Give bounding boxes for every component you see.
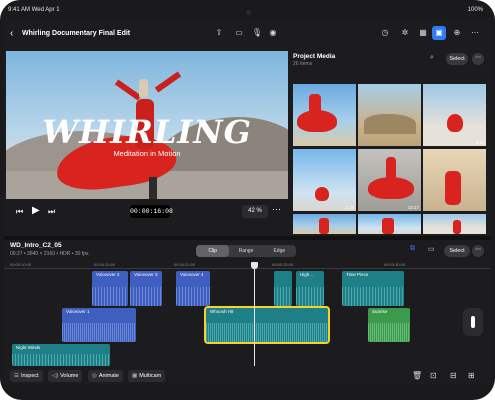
inspector-icon[interactable]: ▦ bbox=[416, 26, 430, 40]
clip-voiceover-3[interactable]: Voiceover 3 bbox=[130, 271, 162, 306]
status-time: 9:41 AM Wed Apr 1 bbox=[8, 7, 60, 13]
multicam-icon: ▦ bbox=[132, 373, 138, 379]
speaker-icon: ◁) bbox=[52, 373, 59, 379]
viewer-frame: WHIRLING Meditation in Motion bbox=[6, 51, 288, 199]
video-viewer[interactable]: WHIRLING Meditation in Motion ⏮ ▶ ⏭ 00:0… bbox=[6, 51, 288, 234]
voiceover-icon[interactable]: ◉ bbox=[266, 26, 280, 40]
back-chevron-icon[interactable]: ‹ bbox=[10, 28, 13, 39]
media-thumbnail[interactable]: 3:15 bbox=[293, 149, 356, 211]
animate-icon: ◎ bbox=[92, 373, 97, 379]
volume-button[interactable]: ◁) Volume bbox=[48, 370, 83, 382]
project-media-panel: Project Media 26 Items ⌕ Select ⋯ 5:11 3… bbox=[290, 51, 491, 234]
clip-high[interactable]: High... bbox=[296, 271, 324, 306]
inspect-icon: ☰ bbox=[14, 373, 19, 379]
zoom-level[interactable]: 42 % bbox=[242, 205, 268, 218]
overlay-title: WHIRLING bbox=[42, 113, 252, 151]
detach-audio-icon[interactable]: ⊡ bbox=[430, 371, 437, 380]
camera-icon[interactable]: ▭ bbox=[232, 26, 246, 40]
search-icon[interactable]: ⌕ bbox=[430, 54, 434, 62]
link-icon[interactable]: ⧉ bbox=[410, 245, 415, 253]
timeline-select-button[interactable]: Select bbox=[444, 245, 470, 257]
inspect-button[interactable]: ☰ Inspect bbox=[10, 370, 43, 382]
playhead[interactable] bbox=[251, 262, 258, 366]
mode-range[interactable]: Range bbox=[229, 245, 262, 257]
media-thumbnail[interactable] bbox=[358, 214, 421, 234]
media-thumbnail[interactable]: 5:11 bbox=[423, 84, 486, 146]
animate-button[interactable]: ◎ Animate bbox=[88, 370, 123, 382]
play-icon[interactable]: ▶ bbox=[32, 205, 40, 216]
media-thumbnail[interactable] bbox=[423, 214, 486, 234]
clip-voiceover-2[interactable]: Voiceover 2 bbox=[92, 271, 128, 306]
more-options-icon[interactable]: ⋯ bbox=[468, 26, 482, 40]
fit-icon[interactable]: ▭ bbox=[428, 245, 435, 253]
share-icon[interactable]: ⇧ bbox=[212, 26, 226, 40]
mode-edge[interactable]: Edge bbox=[263, 245, 296, 257]
media-thumbnail[interactable] bbox=[358, 84, 421, 146]
split-clip-icon[interactable]: ⊟ bbox=[450, 371, 457, 380]
volume-handle[interactable] bbox=[463, 308, 483, 336]
history-icon[interactable]: ◷ bbox=[378, 26, 392, 40]
timeline-tracks: Voiceover 2 Voiceover 3 Voiceover 4 High… bbox=[4, 269, 491, 366]
microphone-icon[interactable]: 🎙 bbox=[250, 26, 264, 40]
top-toolbar: ‹ Whirling Documentary Final Edit ⇧ ▭ 🎙 … bbox=[4, 18, 491, 50]
clip-whoosh-hit[interactable]: Whoosh Hit bbox=[204, 306, 330, 344]
selected-clip-meta: 00:27 • 3840 × 2160 • HDR • 30 fps bbox=[10, 251, 89, 257]
time-ruler[interactable]: 00:00:10:00 00:00:15:00 00:00:20:00 00:0… bbox=[4, 262, 491, 269]
skip-forward-icon[interactable]: ⏭ bbox=[48, 207, 55, 217]
media-thumbnail[interactable] bbox=[293, 84, 356, 146]
timecode-display[interactable]: 00:00:16:08 bbox=[130, 205, 173, 218]
multicam-button[interactable]: ▦ Multicam bbox=[128, 370, 166, 382]
clip-time-piece[interactable]: Time Piece bbox=[342, 271, 404, 306]
media-title: Project Media bbox=[293, 53, 336, 60]
project-title[interactable]: Whirling Documentary Final Edit bbox=[22, 30, 130, 37]
app-screen: ‹ Whirling Documentary Final Edit ⇧ ▭ 🎙 … bbox=[4, 18, 491, 384]
clip-short-teal[interactable] bbox=[274, 271, 292, 306]
media-thumbnail[interactable] bbox=[423, 149, 486, 211]
media-count: 26 Items bbox=[293, 61, 313, 67]
trim-icon[interactable]: ⊞ bbox=[468, 371, 475, 380]
clip-voiceover-4[interactable]: Voiceover 4 bbox=[176, 271, 210, 306]
media-thumbnail[interactable]: 10:17 bbox=[358, 149, 421, 211]
media-browser-icon[interactable]: ▣ bbox=[432, 26, 446, 40]
timeline-more-icon[interactable]: ⋯ bbox=[472, 245, 484, 257]
delete-icon[interactable]: 🗑 bbox=[412, 371, 422, 380]
clip-voiceover-1[interactable]: Voiceover 1 bbox=[62, 308, 136, 342]
ipad-device: 9:41 AM Wed Apr 1 100% ‹ Whirling Docume… bbox=[0, 0, 495, 400]
bottom-toolbar: ☰ Inspect ◁) Volume ◎ Animate ▦ Multicam 🗑 ⊡… bbox=[4, 368, 491, 384]
timeline-header: WD_Intro_C2_05 00:27 • 3840 × 2160 • HDR… bbox=[4, 240, 491, 262]
selected-clip-name: WD_Intro_C2_05 bbox=[10, 242, 62, 249]
media-thumbnail[interactable] bbox=[293, 214, 356, 234]
viewer-more-icon[interactable]: ⋯ bbox=[272, 204, 281, 215]
status-battery: 100% bbox=[467, 7, 483, 13]
add-media-icon[interactable]: ⊕ bbox=[450, 26, 464, 40]
media-more-icon[interactable]: ⋯ bbox=[472, 53, 484, 65]
viewer-controls: ⏮ ▶ ⏭ 00:00:16:08 42 % ⋯ bbox=[6, 199, 288, 234]
overlay-subtitle: Meditation in Motion bbox=[113, 149, 181, 158]
edit-mode-segmented: Clip Range Edge bbox=[196, 245, 296, 257]
status-bar: 9:41 AM Wed Apr 1 100% bbox=[4, 4, 491, 16]
camera-dot bbox=[246, 10, 251, 15]
media-select-button[interactable]: Select bbox=[446, 53, 468, 65]
mode-clip[interactable]: Clip bbox=[196, 245, 230, 257]
skip-back-icon[interactable]: ⏮ bbox=[16, 207, 23, 217]
clip-sunrise[interactable]: Sunrise bbox=[368, 308, 410, 342]
effects-icon[interactable]: ✲ bbox=[398, 26, 412, 40]
clip-night-winds[interactable]: Night Winds bbox=[12, 344, 110, 366]
